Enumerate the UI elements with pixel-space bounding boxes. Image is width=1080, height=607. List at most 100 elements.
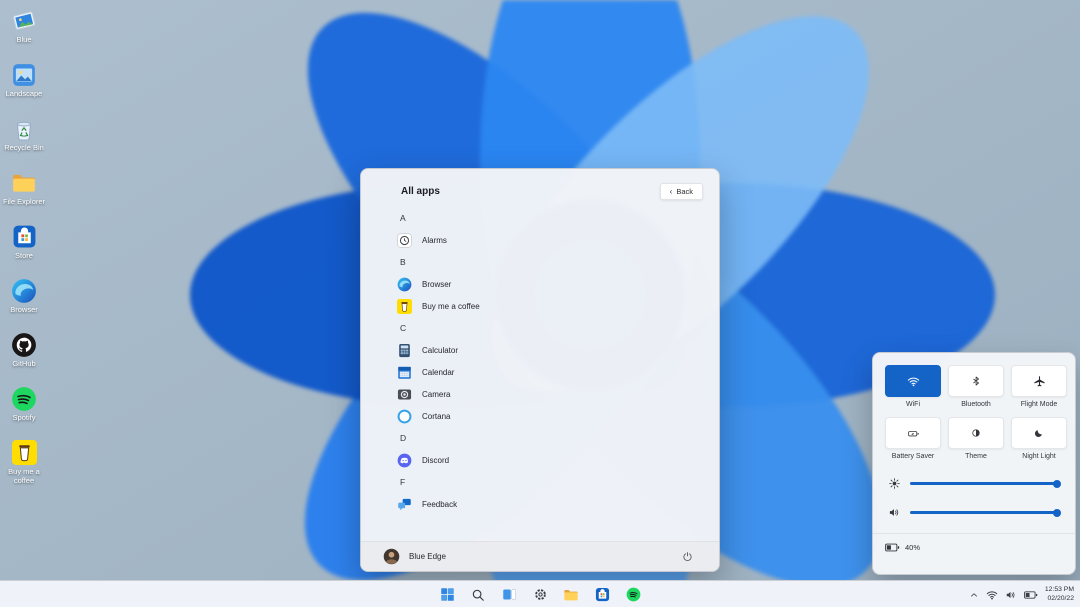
store-icon [595, 587, 610, 602]
desktop-icon-label: Buy me a coffee [1, 468, 47, 485]
app-item-label: Discord [422, 456, 449, 465]
blue-image-icon [11, 7, 38, 34]
tile-label: Bluetooth [961, 401, 991, 408]
desktop-icon-browser[interactable]: Browser [0, 274, 48, 328]
bluetooth-toggle[interactable] [948, 365, 1004, 397]
desktop-icon-label: GitHub [12, 360, 35, 369]
spotify-icon [626, 587, 641, 602]
tray-volume-button[interactable] [1005, 589, 1017, 601]
theme-toggle[interactable] [948, 417, 1004, 449]
section-letter-b[interactable]: B [397, 251, 703, 273]
desktop-icon-spotify[interactable]: Spotify [0, 382, 48, 436]
desktop-icon-github[interactable]: GitHub [0, 328, 48, 382]
desktop-icon-blue[interactable]: Blue [0, 4, 48, 58]
buy-me-a-coffee-icon [11, 439, 38, 466]
brightness-slider[interactable] [885, 469, 1063, 498]
store-button[interactable] [591, 584, 613, 606]
edge-browser-icon [397, 277, 412, 292]
tile-label: WiFi [906, 401, 920, 408]
settings-button[interactable] [529, 584, 551, 606]
volume-knob[interactable] [1053, 509, 1061, 517]
quick-setting-flight-mode: Flight Mode [1011, 365, 1067, 408]
user-account-button[interactable]: Blue Edge [383, 548, 446, 565]
desktop-icon-label: File Explorer [3, 198, 45, 207]
app-item-label: Browser [422, 280, 451, 289]
start-button[interactable] [436, 584, 458, 606]
calculator-icon [397, 343, 412, 358]
app-item-browser[interactable]: Browser [397, 273, 703, 295]
brightness-track[interactable] [910, 482, 1060, 485]
app-item-discord[interactable]: Discord [397, 449, 703, 471]
task-view-button[interactable] [498, 584, 520, 606]
app-item-feedback[interactable]: Feedback [397, 493, 703, 515]
battery-saver-icon [907, 427, 920, 440]
tray-battery-button[interactable] [1024, 590, 1038, 600]
battery-saver-toggle[interactable] [885, 417, 941, 449]
app-item-label: Calendar [422, 368, 454, 377]
file-explorer-button[interactable] [560, 584, 582, 606]
desktop-icon-landscape[interactable]: Landscape [0, 58, 48, 112]
tray-network-button[interactable] [986, 589, 998, 601]
file-explorer-icon [563, 587, 579, 603]
app-item-camera[interactable]: Camera [397, 383, 703, 405]
tile-label: Battery Saver [892, 453, 934, 460]
all-apps-list: A Alarms B Browser Buy me a coffee C [397, 207, 703, 515]
section-letter-c[interactable]: C [397, 317, 703, 339]
desktop-icon-label: Browser [10, 306, 38, 315]
wifi-toggle[interactable] [885, 365, 941, 397]
desktop-icon-column: Blue Landscape Recycle Bin File Explorer… [0, 4, 48, 490]
desktop-icon-store[interactable]: Store [0, 220, 48, 274]
app-item-cortana[interactable]: Cortana [397, 405, 703, 427]
alarms-icon [397, 233, 412, 248]
quick-setting-night-light: Night Light [1011, 417, 1067, 460]
app-item-label: Buy me a coffee [422, 302, 480, 311]
settings-gear-icon [533, 587, 548, 602]
wifi-icon [907, 375, 920, 388]
store-icon [11, 223, 38, 250]
desktop-icon-label: Spotify [13, 414, 36, 423]
show-hidden-icons-button[interactable] [969, 590, 979, 600]
power-button[interactable] [679, 549, 695, 565]
speaker-icon [1005, 589, 1017, 601]
camera-icon [397, 387, 412, 402]
taskbar-clock[interactable]: 12:53 PM 02/20/22 [1045, 586, 1074, 604]
clock-time: 12:53 PM [1045, 586, 1074, 595]
taskbar: 12:53 PM 02/20/22 [0, 580, 1080, 607]
desktop-icon-buy-me-a-coffee[interactable]: Buy me a coffee [0, 436, 48, 490]
edge-browser-icon [11, 277, 38, 304]
chevron-left-icon: ‹ [670, 188, 673, 196]
section-letter-d[interactable]: D [397, 427, 703, 449]
spotify-button[interactable] [622, 584, 644, 606]
brightness-knob[interactable] [1053, 480, 1061, 488]
flight-mode-toggle[interactable] [1011, 365, 1067, 397]
desktop-icon-recycle-bin[interactable]: Recycle Bin [0, 112, 48, 166]
quick-setting-wifi: WiFi [885, 365, 941, 408]
app-item-alarms[interactable]: Alarms [397, 229, 703, 251]
night-light-toggle[interactable] [1011, 417, 1067, 449]
start-menu-user-bar: Blue Edge [361, 541, 719, 571]
app-item-calculator[interactable]: Calculator [397, 339, 703, 361]
search-icon [471, 588, 485, 602]
user-avatar [383, 548, 400, 565]
app-item-buy-me-a-coffee[interactable]: Buy me a coffee [397, 295, 703, 317]
volume-slider[interactable] [885, 498, 1063, 527]
search-button[interactable] [467, 584, 489, 606]
app-item-calendar[interactable]: Calendar [397, 361, 703, 383]
back-button[interactable]: ‹ Back [660, 183, 703, 200]
battery-status[interactable]: 40% [885, 534, 1063, 561]
cortana-icon [397, 409, 412, 424]
tile-label: Flight Mode [1021, 401, 1058, 408]
quick-settings-grid: WiFi Bluetooth Flight Mode Battery Saver [885, 365, 1063, 469]
app-item-label: Calculator [422, 346, 458, 355]
sun-icon [888, 477, 901, 490]
power-icon [682, 551, 693, 562]
section-letter-f[interactable]: F [397, 471, 703, 493]
section-letter-a[interactable]: A [397, 207, 703, 229]
desktop-icon-file-explorer[interactable]: File Explorer [0, 166, 48, 220]
battery-icon [885, 542, 900, 553]
volume-track[interactable] [910, 511, 1060, 514]
airplane-icon [1033, 375, 1046, 388]
quick-setting-theme: Theme [948, 417, 1004, 460]
start-menu-all-apps-panel: All apps ‹ Back A Alarms B Browser Buy m… [360, 168, 720, 572]
theme-icon [970, 427, 982, 439]
